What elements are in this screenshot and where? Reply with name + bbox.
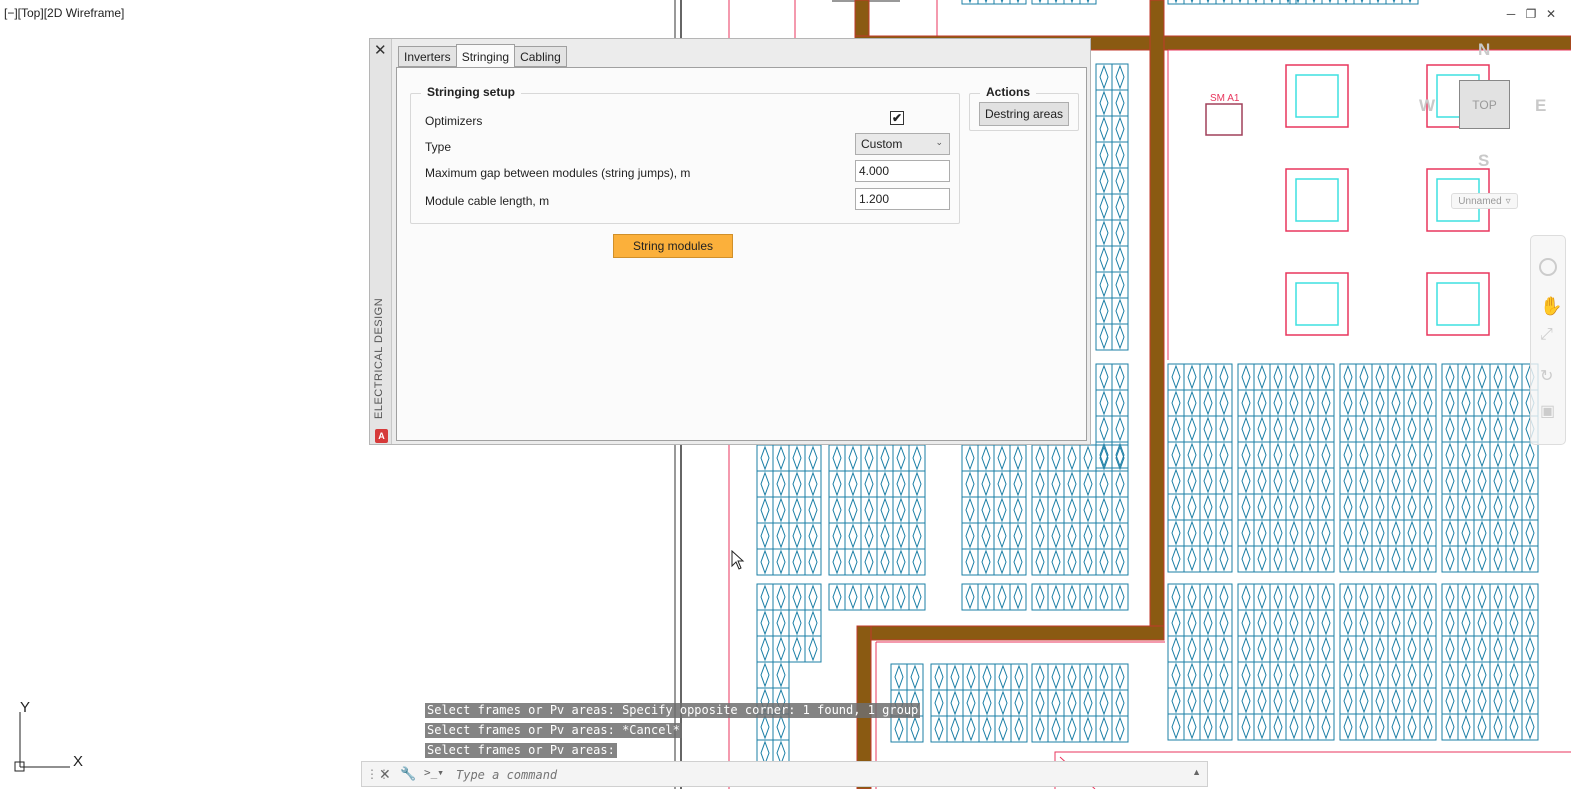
ucs-label: Unnamed (1458, 195, 1502, 207)
pv-module-block (1031, 0, 1097, 5)
destring-areas-button[interactable]: Destring areas (979, 102, 1069, 126)
pv-module-block (1289, 0, 1419, 5)
ucs-y-label: Y (20, 699, 30, 716)
pv-module-block (1339, 363, 1437, 573)
cable-length-label: Module cable length, m (425, 194, 550, 208)
compass-north[interactable]: N (1478, 40, 1490, 60)
viewcube-top-face[interactable]: TOP (1459, 80, 1510, 129)
pv-module-block (1031, 663, 1129, 743)
palette-title-bar[interactable]: ✕ ELECTRICAL DESIGN A (370, 39, 392, 444)
viewport-window-controls: ─ ❐ ✕ (1505, 7, 1557, 21)
wrench-icon[interactable]: 🔧 (400, 766, 416, 782)
pv-module-block (828, 444, 926, 576)
pv-module-block (756, 609, 822, 663)
actions-group: Actions Destring areas (969, 85, 1079, 131)
pv-module-block (961, 444, 1027, 576)
pv-module-block (1031, 444, 1129, 576)
command-history-line: Select frames or Pv areas: *Cancel* (425, 723, 682, 738)
minimize-icon[interactable]: ─ (1505, 7, 1517, 21)
compass-west[interactable]: W (1419, 96, 1435, 116)
autocad-logo-icon: A (375, 429, 388, 443)
stringing-setup-group: Stringing setup Optimizers ✔ Type Custom… (410, 85, 960, 224)
string-modules-button[interactable]: String modules (613, 234, 733, 258)
command-prompt-icon[interactable]: >_▾ (424, 766, 444, 779)
optimizers-label: Optimizers (425, 114, 483, 128)
command-history-line: Select frames or Pv areas: Specify oppos… (425, 703, 921, 718)
mouse-cursor-icon (731, 550, 745, 570)
pv-module-block (930, 663, 1028, 743)
pv-module-block (1441, 363, 1539, 573)
palette-title: ELECTRICAL DESIGN (373, 297, 385, 419)
pv-module-block (1441, 583, 1539, 741)
palette-tabs: Inverters Stringing Cabling (398, 44, 567, 68)
cable-length-input[interactable] (855, 188, 950, 210)
pv-module-block (961, 583, 1027, 611)
optimizers-checkbox[interactable]: ✔ (890, 111, 904, 125)
type-select-value: Custom (861, 137, 903, 151)
pan-icon[interactable]: ✋ (1540, 296, 1562, 317)
chevron-down-icon: ▿ (1505, 195, 1511, 207)
steering-wheel-icon[interactable] (1539, 258, 1557, 276)
pv-module-block (1237, 583, 1335, 741)
viewport-controls-label[interactable]: [−][Top][2D Wireframe] (4, 6, 124, 20)
command-history-line: Select frames or Pv areas: (425, 743, 617, 758)
pv-module-block (1167, 583, 1233, 741)
palette-close-icon[interactable]: ✕ (374, 41, 387, 59)
close-icon[interactable]: ✕ (379, 766, 391, 783)
tab-inverters[interactable]: Inverters (398, 46, 457, 67)
pv-module-block (1167, 0, 1297, 5)
pv-module-block (1031, 583, 1129, 611)
ucs-dropdown[interactable]: Unnamed ▿ (1451, 193, 1518, 209)
sma-label: SM A1 (1210, 93, 1240, 104)
chevron-down-icon: ⌄ (935, 137, 943, 147)
pv-module-block (756, 444, 822, 576)
pv-module-block (961, 0, 1027, 5)
stringing-tab-content: Stringing setup Optimizers ✔ Type Custom… (396, 67, 1087, 441)
pv-module-block (756, 583, 822, 611)
zoom-extents-icon[interactable]: ⤢ (1540, 326, 1553, 344)
type-select[interactable]: Custom ⌄ (855, 133, 950, 155)
max-gap-label: Maximum gap between modules (string jump… (425, 166, 691, 180)
building-inner (1436, 282, 1480, 326)
command-line-bar: ⋮⋮ ✕ 🔧 >_▾ ▲ (361, 761, 1208, 787)
pv-module-block (828, 583, 926, 611)
actions-title: Actions (980, 85, 1037, 99)
compass-east[interactable]: E (1535, 96, 1546, 116)
tab-cabling[interactable]: Cabling (514, 46, 567, 67)
compass-south[interactable]: S (1478, 151, 1489, 171)
chevron-up-icon[interactable]: ▲ (1192, 767, 1201, 777)
restore-icon[interactable]: ❐ (1525, 7, 1537, 21)
ucs-x-label: X (73, 753, 83, 770)
building-inner (1295, 74, 1339, 118)
orbit-icon[interactable]: ↻ (1540, 366, 1553, 386)
navigation-bar[interactable]: ✋ ⤢ ↻ ▣ (1530, 235, 1566, 445)
close-icon[interactable]: ✕ (1545, 7, 1557, 21)
electrical-design-palette: ✕ ELECTRICAL DESIGN A Inverters Stringin… (369, 38, 1091, 445)
pv-module-block (1237, 363, 1335, 573)
type-label: Type (425, 140, 452, 154)
command-input[interactable] (454, 765, 1178, 785)
showmotion-icon[interactable]: ▣ (1540, 401, 1555, 421)
building-inner (1295, 282, 1339, 326)
building-inner (1295, 178, 1339, 222)
max-gap-input[interactable] (855, 160, 950, 182)
pv-module-block (1095, 63, 1129, 351)
tab-stringing[interactable]: Stringing (455, 44, 516, 68)
pv-module-block (1167, 363, 1233, 573)
pv-module-block (1339, 583, 1437, 741)
stringing-setup-title: Stringing setup (421, 85, 521, 99)
